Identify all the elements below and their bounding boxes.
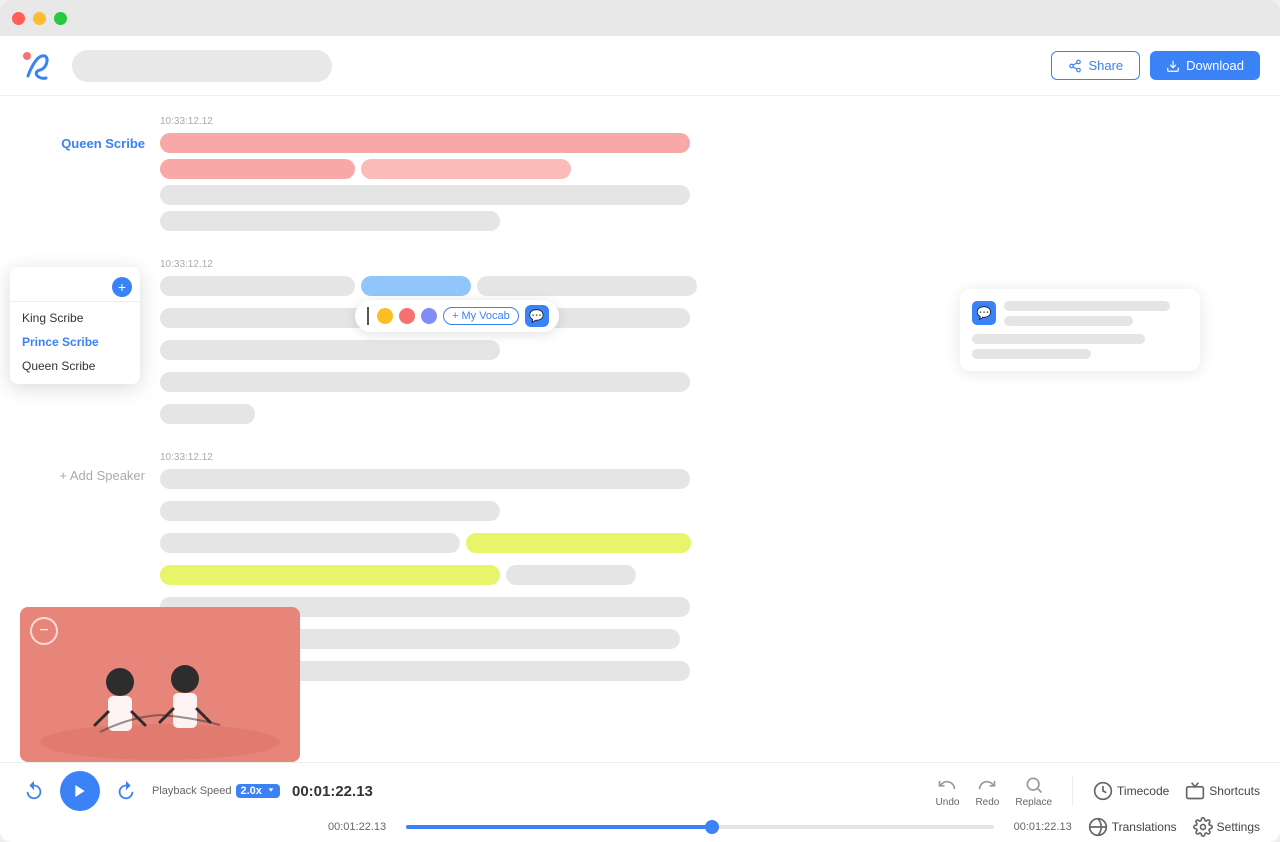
text-pill[interactable] bbox=[160, 533, 460, 553]
timestamp-prince: 10:33:12.12 bbox=[160, 259, 1240, 270]
download-label: Download bbox=[1186, 58, 1244, 73]
translations-button[interactable]: Translations bbox=[1088, 817, 1177, 837]
text-pill[interactable] bbox=[160, 340, 500, 360]
text-pill-selected[interactable] bbox=[361, 276, 471, 296]
timecode-display: 00:01:22.13 bbox=[292, 783, 382, 800]
speed-value[interactable]: 2.0x bbox=[236, 784, 280, 798]
right-controls: Undo Redo Replace bbox=[936, 775, 1260, 808]
progress-fill bbox=[406, 825, 712, 829]
dropdown-item-king[interactable]: King Scribe bbox=[10, 306, 140, 330]
redo-button[interactable]: Redo bbox=[975, 775, 999, 808]
search-bar[interactable] bbox=[72, 50, 332, 82]
share-label: Share bbox=[1088, 58, 1123, 73]
text-pill[interactable] bbox=[477, 276, 697, 296]
color-dot-yellow[interactable] bbox=[377, 308, 393, 324]
video-thumbnail[interactable]: − bbox=[20, 607, 300, 762]
app-logo bbox=[20, 48, 56, 84]
close-button[interactable] bbox=[12, 12, 25, 25]
text-pill-yellow[interactable] bbox=[160, 565, 500, 585]
speaker-dropdown[interactable]: + King Scribe Prince Scribe Queen Scribe bbox=[10, 267, 140, 384]
minimize-button[interactable] bbox=[33, 12, 46, 25]
shortcuts-button[interactable]: Shortcuts bbox=[1185, 781, 1260, 801]
add-speaker-label[interactable]: + Add Speaker bbox=[15, 468, 145, 483]
text-pill[interactable] bbox=[160, 133, 690, 153]
svg-text:15: 15 bbox=[31, 790, 37, 796]
speaker-block-add: + Add Speaker 10:33:12.12 bbox=[160, 452, 1240, 713]
text-lines-add bbox=[160, 469, 1240, 713]
vocab-button[interactable]: + My Vocab bbox=[443, 307, 519, 325]
text-pill[interactable] bbox=[160, 372, 690, 392]
comment-line bbox=[972, 349, 1091, 359]
time-end: 00:01:22.13 bbox=[1002, 821, 1072, 833]
comment-line bbox=[1004, 301, 1170, 311]
progress-thumb[interactable] bbox=[705, 820, 719, 834]
transcript-area: Queen Scribe 10:33:12.12 bbox=[0, 96, 1280, 762]
undo-button[interactable]: Undo bbox=[936, 775, 960, 808]
text-pill-yellow[interactable] bbox=[466, 533, 691, 553]
speaker-block-prince: + King Scribe Prince Scribe Queen Scribe bbox=[160, 259, 1240, 424]
comment-icon: 💬 bbox=[972, 301, 996, 325]
text-pill[interactable] bbox=[160, 159, 355, 179]
color-dot-pink[interactable] bbox=[399, 308, 415, 324]
comment-bubble: 💬 bbox=[960, 289, 1200, 371]
maximize-button[interactable] bbox=[54, 12, 67, 25]
timestamp-queen: 10:33:12.12 bbox=[160, 116, 1240, 127]
dropdown-item-prince[interactable]: Prince Scribe bbox=[10, 330, 140, 354]
text-pill[interactable] bbox=[361, 159, 571, 179]
progress-track[interactable] bbox=[406, 825, 994, 829]
play-button[interactable] bbox=[60, 771, 100, 811]
comment-button[interactable]: 💬 bbox=[525, 305, 549, 327]
replace-button[interactable]: Replace bbox=[1015, 775, 1052, 808]
comment-line bbox=[972, 334, 1145, 344]
comment-line bbox=[1004, 316, 1133, 326]
block-content-queen: 10:33:12.12 bbox=[160, 116, 1240, 231]
video-panel: − bbox=[20, 607, 300, 762]
video-illustration bbox=[20, 607, 300, 762]
text-lines-queen bbox=[160, 133, 1240, 231]
text-pill[interactable] bbox=[160, 185, 690, 205]
timestamp-add: 10:33:12.12 bbox=[160, 452, 1240, 463]
text-pill[interactable] bbox=[160, 211, 500, 231]
dropdown-search-input[interactable] bbox=[18, 280, 112, 294]
time-start: 00:01:22.13 bbox=[328, 821, 398, 833]
speaker-label-queen[interactable]: Queen Scribe bbox=[15, 136, 145, 151]
download-button[interactable]: Download bbox=[1150, 51, 1260, 80]
dropdown-item-queen[interactable]: Queen Scribe bbox=[10, 354, 140, 378]
text-pill[interactable] bbox=[160, 404, 255, 424]
share-button[interactable]: Share bbox=[1051, 51, 1140, 80]
skip-back-button[interactable]: 15 bbox=[20, 777, 48, 805]
text-pill[interactable] bbox=[160, 501, 500, 521]
color-dot-purple[interactable] bbox=[421, 308, 437, 324]
text-pill[interactable] bbox=[160, 276, 355, 296]
dropdown-add-button[interactable]: + bbox=[112, 277, 132, 297]
skip-forward-button[interactable] bbox=[112, 777, 140, 805]
speed-label: Playback Speed bbox=[152, 785, 232, 797]
text-pill[interactable] bbox=[506, 565, 636, 585]
playback-controls: 15 Playback Speed bbox=[0, 763, 1280, 811]
speaker-block-queen: Queen Scribe 10:33:12.12 bbox=[160, 116, 1240, 231]
text-pill[interactable] bbox=[160, 469, 690, 489]
inline-toolbar[interactable]: + My Vocab 💬 bbox=[355, 300, 559, 332]
playback-speed: Playback Speed 2.0x bbox=[152, 784, 280, 798]
settings-button[interactable]: Settings bbox=[1193, 817, 1260, 837]
title-bar bbox=[0, 0, 1280, 36]
bottom-bar: 15 Playback Speed bbox=[0, 762, 1280, 842]
dropdown-search-row: + bbox=[10, 273, 140, 302]
block-content-add: 10:33:12.12 bbox=[160, 452, 1240, 713]
top-bar: Share Download bbox=[0, 36, 1280, 96]
timecode-button[interactable]: Timecode bbox=[1093, 781, 1169, 801]
